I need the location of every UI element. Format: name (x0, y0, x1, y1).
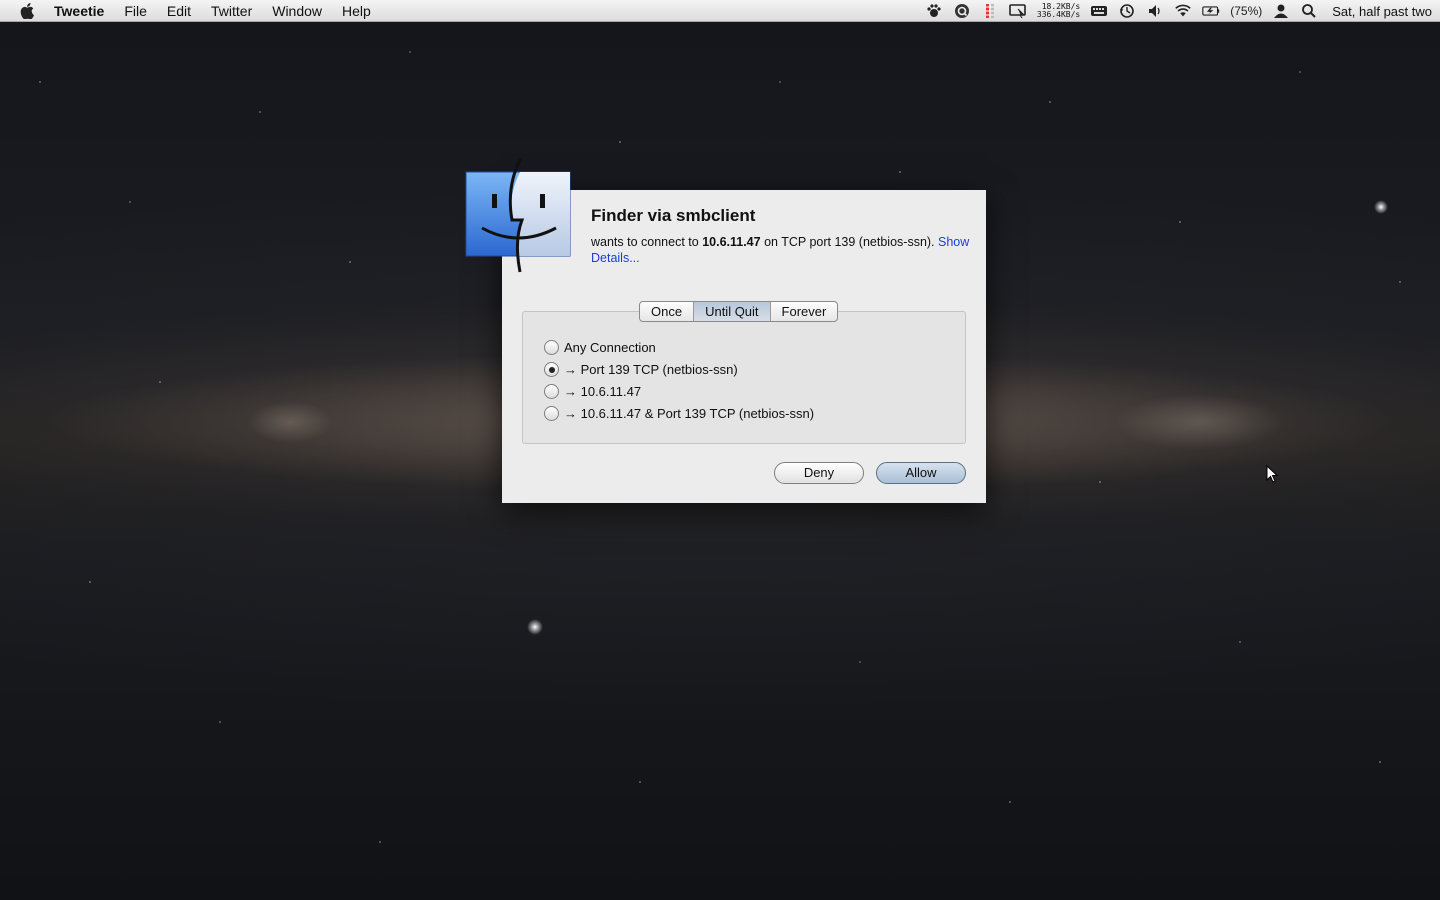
radio-button-selected[interactable] (544, 362, 559, 377)
allow-button[interactable]: Allow (876, 462, 966, 484)
volume-icon[interactable] (1146, 3, 1164, 19)
memory-meter-icon[interactable] (981, 3, 999, 19)
mouse-cursor-icon (1266, 465, 1278, 483)
menu-app-name[interactable]: Tweetie (54, 0, 114, 22)
radio-button[interactable] (544, 384, 559, 399)
keyboard-icon[interactable] (1090, 3, 1108, 19)
option-label: → 10.6.11.47 & Port 139 TCP (netbios-ssn… (564, 406, 815, 421)
radio-button[interactable] (544, 340, 559, 355)
screen-sharing-icon[interactable] (1009, 3, 1027, 19)
apple-menu-icon[interactable] (20, 2, 34, 19)
option-host[interactable]: → 10.6.11.47 (544, 384, 641, 399)
option-label: → 10.6.11.47 (564, 384, 642, 399)
network-speed: 18.2KB/s 336.4KB/s (1037, 3, 1080, 19)
message-host: 10.6.11.47 (702, 235, 761, 249)
menu-file[interactable]: File (114, 0, 157, 22)
option-label: → Port 139 TCP (netbios-ssn) (564, 362, 738, 377)
menubar-clock[interactable]: Sat, half past two (1332, 4, 1432, 19)
menu-twitter[interactable]: Twitter (201, 0, 262, 22)
option-port[interactable]: → Port 139 TCP (netbios-ssn) (544, 362, 738, 377)
menu-extras: 18.2KB/s 336.4KB/s (75%) Sat, half past … (925, 0, 1432, 22)
radio-button[interactable] (544, 406, 559, 421)
quicksilver-icon[interactable] (953, 3, 971, 19)
menu-bar: Tweetie File Edit Twitter Window Help 18… (0, 0, 1440, 22)
user-account-icon[interactable] (1272, 3, 1290, 19)
dialog-message: wants to connect to 10.6.11.47 on TCP po… (591, 234, 971, 266)
message-prefix: wants to connect to (591, 235, 703, 249)
tab-forever[interactable]: Forever (771, 302, 838, 321)
network-download-rate: 336.4KB/s (1036, 10, 1081, 19)
option-host-and-port[interactable]: → 10.6.11.47 & Port 139 TCP (netbios-ssn… (544, 406, 814, 421)
time-machine-icon[interactable] (1118, 3, 1136, 19)
wifi-icon[interactable] (1174, 3, 1192, 19)
option-any-connection[interactable]: Any Connection (544, 340, 656, 355)
star (527, 619, 543, 635)
message-suffix: on TCP port 139 (netbios-ssn). (760, 235, 938, 249)
battery-percent: (75%) (1230, 4, 1263, 18)
rule-options-box: Any Connection → Port 139 TCP (netbios-s… (522, 311, 966, 444)
tab-once[interactable]: Once (640, 302, 695, 321)
menu-edit[interactable]: Edit (157, 0, 201, 22)
dialog-title: Finder via smbclient (591, 206, 756, 225)
growl-paw-icon[interactable] (925, 3, 943, 19)
finder-icon (465, 157, 571, 273)
radio-dot (548, 366, 555, 373)
menu-window[interactable]: Window (262, 0, 332, 22)
tab-until-quit[interactable]: Until Quit (694, 302, 771, 321)
menu-help[interactable]: Help (332, 0, 381, 22)
star (1374, 200, 1388, 214)
battery-icon[interactable] (1202, 3, 1220, 19)
spotlight-search-icon[interactable] (1300, 3, 1318, 19)
deny-button[interactable]: Deny (774, 462, 864, 484)
duration-segmented-control: Once Until Quit Forever (639, 301, 839, 322)
option-label: Any Connection (564, 340, 656, 355)
